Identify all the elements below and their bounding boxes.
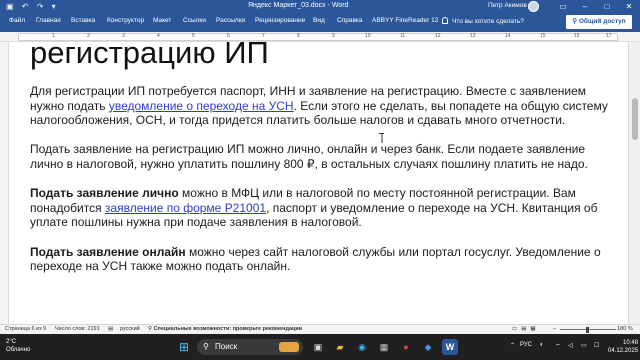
tray-app-icon[interactable]: ◐ xyxy=(540,342,544,348)
browser-icon[interactable]: ● xyxy=(398,339,414,355)
edge-icon[interactable]: ◉ xyxy=(354,339,370,355)
quick-access-toolbar[interactable]: ▣ ↶ ↷ ▾ xyxy=(6,2,59,11)
volume-icon[interactable]: ◁ xyxy=(568,342,573,349)
proofing-icon[interactable]: ▤ xyxy=(108,326,113,332)
tab-design[interactable]: Конструктор xyxy=(107,17,144,24)
ribbon-display-icon[interactable]: ▭ xyxy=(552,0,574,13)
scrollbar-thumb[interactable] xyxy=(632,98,638,140)
tab-mailings[interactable]: Рассылки xyxy=(216,17,245,24)
vertical-ruler[interactable] xyxy=(0,42,9,324)
clock[interactable]: 10:48 04.12.2025 xyxy=(608,339,638,355)
paragraph-online: Подать заявление онлайн можно через сайт… xyxy=(30,244,601,274)
page-counter[interactable]: Страница 6 из 9 xyxy=(5,326,46,332)
view-mode-icons[interactable]: ▭▤▦ xyxy=(512,326,540,332)
tab-view[interactable]: Вид xyxy=(313,17,325,24)
task-view-icon[interactable]: ▣ xyxy=(310,339,326,355)
weather-temperature: 2°C xyxy=(6,339,17,345)
tab-help[interactable]: Справка xyxy=(337,17,363,24)
tray-overflow-icon[interactable]: ⌃ xyxy=(510,342,515,349)
document-page[interactable]: регистрацию ИП Для регистрации ИП потреб… xyxy=(30,35,620,288)
text-cursor-icon xyxy=(379,133,384,143)
zoom-level[interactable]: 180 % xyxy=(617,326,633,332)
language-indicator[interactable]: русский xyxy=(120,326,140,332)
paragraph-methods: Подать заявление на регистрацию ИП можно… xyxy=(30,142,588,171)
ribbon-tabs: Файл Главная Вставка Конструктор Макет С… xyxy=(0,13,640,32)
tab-review[interactable]: Рецензирование xyxy=(255,17,305,24)
status-bar: Страница 6 из 9 Число слов: 2191 ▤ русск… xyxy=(0,324,640,334)
word-count[interactable]: Число слов: 2191 xyxy=(55,326,100,332)
accessibility-status[interactable]: ⚲ Специальные возможности: проверьте рек… xyxy=(148,326,302,332)
avatar[interactable] xyxy=(528,1,539,12)
document-heading: регистрацию ИП xyxy=(30,35,269,70)
zoom-slider-handle[interactable] xyxy=(586,327,589,333)
paragraph-in-person: Подать заявление лично можно в МФЦ или в… xyxy=(30,186,598,230)
form-p21001-link[interactable]: заявление по форме Р21001 xyxy=(105,201,266,215)
maximize-icon[interactable]: □ xyxy=(596,0,618,13)
minimize-icon[interactable]: – xyxy=(574,0,596,13)
usn-notice-link[interactable]: уведомление о переходе на УСН xyxy=(109,99,294,113)
share-button[interactable]: ⚲ Общий доступ xyxy=(566,15,632,29)
app-icon[interactable]: ◆ xyxy=(420,339,436,355)
search-highlight-icon xyxy=(279,342,299,352)
close-icon[interactable]: ✕ xyxy=(618,0,640,13)
clock-date: 04.12.2025 xyxy=(608,348,639,354)
tab-file[interactable]: Файл xyxy=(9,17,25,24)
tab-insert[interactable]: Вставка xyxy=(71,17,95,24)
file-explorer-icon[interactable]: ▰ xyxy=(332,339,348,355)
word-app-icon[interactable]: W xyxy=(442,339,458,355)
weather-widget[interactable]: 2°C Облачно xyxy=(6,338,30,354)
window-title: Яндекс Маркет_03.docx - Word xyxy=(248,2,349,9)
tab-home[interactable]: Главная xyxy=(36,17,61,24)
store-icon[interactable]: ▦ xyxy=(376,339,392,355)
input-language[interactable]: РУС xyxy=(520,342,532,348)
notifications-icon[interactable]: ☐ xyxy=(594,342,599,349)
tell-me-search[interactable]: Что вы хотите сделать? xyxy=(442,17,524,25)
network-icon[interactable]: ⌔ xyxy=(555,342,561,350)
windows-start-icon[interactable]: ⊞ xyxy=(176,339,192,355)
vertical-scrollbar[interactable] xyxy=(628,42,640,324)
taskbar-search[interactable]: ⚲ Поиск xyxy=(197,339,303,355)
taskbar: 2°C Облачно ⊞ ⚲ Поиск ▣ ▰ ◉ ▦ ● ◆ W ⌃ РУ… xyxy=(0,334,640,360)
tab-layout[interactable]: Макет xyxy=(153,17,171,24)
tab-abbyy[interactable]: ABBYY FineReader 12 xyxy=(372,17,438,24)
title-bar: ▣ ↶ ↷ ▾ Яндекс Маркет_03.docx - Word Пет… xyxy=(0,0,640,13)
weather-condition: Облачно xyxy=(6,347,31,353)
search-icon: ⚲ xyxy=(203,342,209,351)
user-name[interactable]: Петр Акимов xyxy=(488,2,527,9)
paragraph-requirements: Для регистрации ИП потребуется паспорт, … xyxy=(30,84,608,128)
lightbulb-icon xyxy=(442,17,448,24)
tab-references[interactable]: Ссылки xyxy=(183,17,206,24)
zoom-out-icon[interactable]: – xyxy=(553,326,556,332)
clock-time: 10:48 xyxy=(623,340,639,346)
battery-icon[interactable]: ▭ xyxy=(581,342,587,349)
